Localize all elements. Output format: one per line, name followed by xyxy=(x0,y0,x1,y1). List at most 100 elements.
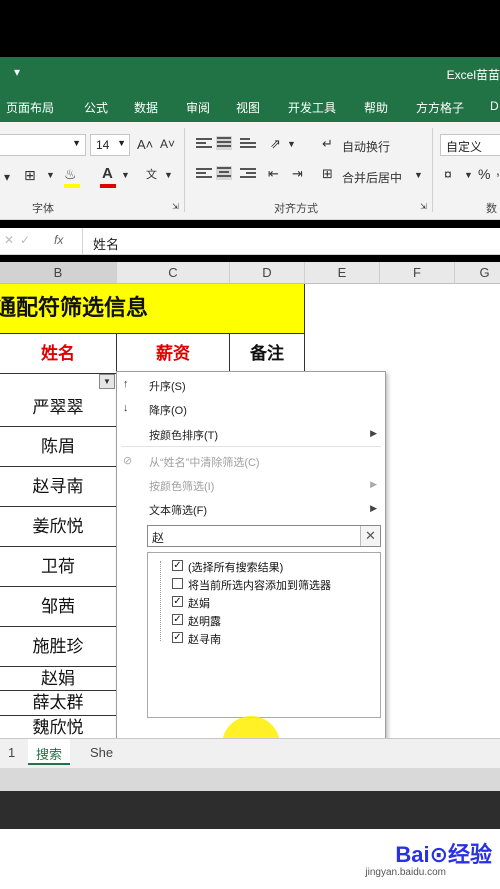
list-item[interactable]: 赵明露 xyxy=(188,613,221,629)
column-header-b[interactable]: B xyxy=(0,262,117,284)
cancel-icon[interactable]: ✕ xyxy=(4,233,14,247)
chevron-down-icon[interactable]: ▼ xyxy=(46,170,55,180)
submenu-arrow-icon: ▶ xyxy=(370,503,377,513)
list-item[interactable]: (选择所有搜索结果) xyxy=(188,559,283,575)
filter-search-input[interactable]: 赵 ✕ xyxy=(147,525,381,547)
table-row[interactable]: 严翠翠 xyxy=(0,389,117,427)
align-left-icon[interactable] xyxy=(196,168,212,182)
merge-center-button[interactable]: 合并后居中 xyxy=(342,169,402,186)
align-top-icon[interactable] xyxy=(196,138,212,152)
checkbox-zhao-juan[interactable]: ✓ xyxy=(172,596,183,607)
menu-item-sort-by-color[interactable]: 按颜色排序(T) xyxy=(149,427,218,443)
taskbar xyxy=(0,791,500,829)
tab-view[interactable]: 视图 xyxy=(236,99,260,116)
chevron-down-icon[interactable]: ▼ xyxy=(414,170,423,180)
align-bottom-icon[interactable] xyxy=(240,138,256,152)
merge-center-icon[interactable]: ⊞ xyxy=(322,166,333,182)
font-name-box[interactable]: ▼ xyxy=(0,134,86,156)
sheet-tab[interactable]: She xyxy=(90,745,113,760)
align-middle-icon[interactable] xyxy=(216,136,232,150)
menu-item-sort-descending[interactable]: 降序(O) xyxy=(149,402,187,418)
table-row[interactable]: 薛太群 xyxy=(0,691,117,716)
table-row[interactable]: 姜欣悦 xyxy=(0,507,117,547)
tab-help[interactable]: 帮助 xyxy=(364,99,388,116)
font-color-icon[interactable]: A xyxy=(102,165,113,182)
number-format-box[interactable]: 自定义 xyxy=(440,134,500,156)
menu-item-filter-by-color[interactable]: 按颜色筛选(I) xyxy=(149,478,214,494)
menu-item-text-filters[interactable]: 文本筛选(F) xyxy=(149,502,207,518)
header-name-cell[interactable]: 姓名 xyxy=(0,334,117,374)
chevron-down-icon[interactable]: ▼ xyxy=(164,170,173,180)
font-dialog-launcher-icon[interactable]: ⇲ xyxy=(172,202,179,211)
tab-data[interactable]: 数据 xyxy=(134,99,158,116)
list-item[interactable]: 将当前所选内容添加到筛选器 xyxy=(188,577,331,593)
wrap-text-icon[interactable]: ↵ xyxy=(322,136,333,152)
filter-dropdown-button[interactable]: ▼ xyxy=(99,374,115,389)
align-center-icon[interactable] xyxy=(216,166,232,180)
comma-button[interactable]: , xyxy=(496,162,500,178)
checkbox-zhao-xunnan[interactable]: ✓ xyxy=(172,632,183,643)
baidu-jingyan-logo: Bai⊙经验 xyxy=(395,842,492,867)
tab-page-layout[interactable]: 页面布局 xyxy=(6,99,54,116)
formula-input[interactable]: 姓名 xyxy=(93,234,119,253)
sheet-tab-active[interactable]: 搜索 xyxy=(28,739,71,765)
header-note-cell[interactable]: 备注 xyxy=(230,334,305,374)
column-header-d[interactable]: D xyxy=(230,262,305,284)
sheet-nav-button[interactable]: 1 xyxy=(8,745,15,760)
sheet-title-cell[interactable]: 通配符筛选信息 xyxy=(0,284,305,334)
font-size-box[interactable]: 14 ▼ xyxy=(90,134,130,156)
tab-review[interactable]: 审阅 xyxy=(186,99,210,116)
orientation-icon[interactable]: ⇗ xyxy=(270,136,281,152)
chevron-down-icon[interactable]: ▼ xyxy=(287,139,296,149)
sort-desc-icon: ↓ xyxy=(123,402,129,414)
increase-indent-icon[interactable]: ⇥ xyxy=(292,166,303,182)
confirm-icon[interactable]: ✓ xyxy=(20,233,30,247)
insert-function-button[interactable]: fx xyxy=(54,233,63,247)
border-icon[interactable]: ⊞ xyxy=(24,167,36,184)
list-item[interactable]: 赵寻南 xyxy=(188,631,221,647)
menu-item-clear-filter[interactable]: 从“姓名”中清除筛选(C) xyxy=(149,454,260,470)
table-row[interactable]: 陈眉 xyxy=(0,427,117,467)
chevron-down-icon[interactable]: ▼ xyxy=(121,170,130,180)
table-row[interactable]: 邹茜 xyxy=(0,587,117,627)
checkbox-zhao-minglu[interactable]: ✓ xyxy=(172,614,183,625)
header-salary-cell[interactable]: 薪资 xyxy=(117,334,230,374)
phonetic-icon[interactable]: 文 xyxy=(146,166,157,182)
column-header-e[interactable]: E xyxy=(305,262,380,284)
table-row[interactable]: 赵娟 xyxy=(0,667,117,691)
decrease-indent-icon[interactable]: ⇤ xyxy=(268,166,279,182)
table-row[interactable]: 施胜珍 xyxy=(0,627,117,667)
list-item[interactable]: 赵娟 xyxy=(188,595,210,611)
shrink-font-button[interactable]: A˅ xyxy=(160,137,175,151)
table-row[interactable]: 赵寻南 xyxy=(0,467,117,507)
column-header-g[interactable]: G xyxy=(455,262,500,284)
chevron-down-icon[interactable]: ▼ xyxy=(464,170,473,180)
grow-font-button[interactable]: A˄ xyxy=(137,137,153,152)
column-header-c[interactable]: C xyxy=(117,262,230,284)
checkbox-select-all-results[interactable]: ✓ xyxy=(172,560,183,571)
wrap-text-button[interactable]: 自动换行 xyxy=(342,138,390,155)
table-row[interactable]: 卫荷 xyxy=(0,547,117,587)
checkbox-add-to-filter[interactable] xyxy=(172,578,183,589)
align-right-icon[interactable] xyxy=(240,168,256,182)
fill-color-swatch xyxy=(64,184,80,188)
dropdown-arrow-icon[interactable]: ▾ xyxy=(4,170,10,184)
tab-fangfang[interactable]: 方方格子 xyxy=(416,99,464,116)
submenu-arrow-icon: ▶ xyxy=(370,479,377,489)
tab-developer[interactable]: 开发工具 xyxy=(288,99,336,116)
currency-icon[interactable]: ¤ xyxy=(444,166,452,182)
percent-button[interactable]: % xyxy=(478,166,490,182)
quick-access-dropdown-icon[interactable]: ▾ xyxy=(14,65,20,79)
table-row[interactable]: 魏欣悦 xyxy=(0,716,117,738)
tab-more[interactable]: D xyxy=(490,99,499,113)
sort-asc-icon: ↑ xyxy=(123,378,129,390)
chevron-down-icon: ▼ xyxy=(72,138,81,148)
chevron-down-icon: ▼ xyxy=(117,138,126,148)
clear-search-icon[interactable]: ✕ xyxy=(360,526,380,546)
tab-formulas[interactable]: 公式 xyxy=(84,99,108,116)
menu-item-sort-ascending[interactable]: 升序(S) xyxy=(149,378,186,394)
filter-values-list[interactable]: ✓ (选择所有搜索结果) 将当前所选内容添加到筛选器 ✓ 赵娟 ✓ 赵明露 ✓ … xyxy=(147,552,381,718)
column-header-f[interactable]: F xyxy=(380,262,455,284)
fill-color-icon[interactable]: ♨ xyxy=(64,166,77,183)
alignment-dialog-launcher-icon[interactable]: ⇲ xyxy=(420,202,427,211)
